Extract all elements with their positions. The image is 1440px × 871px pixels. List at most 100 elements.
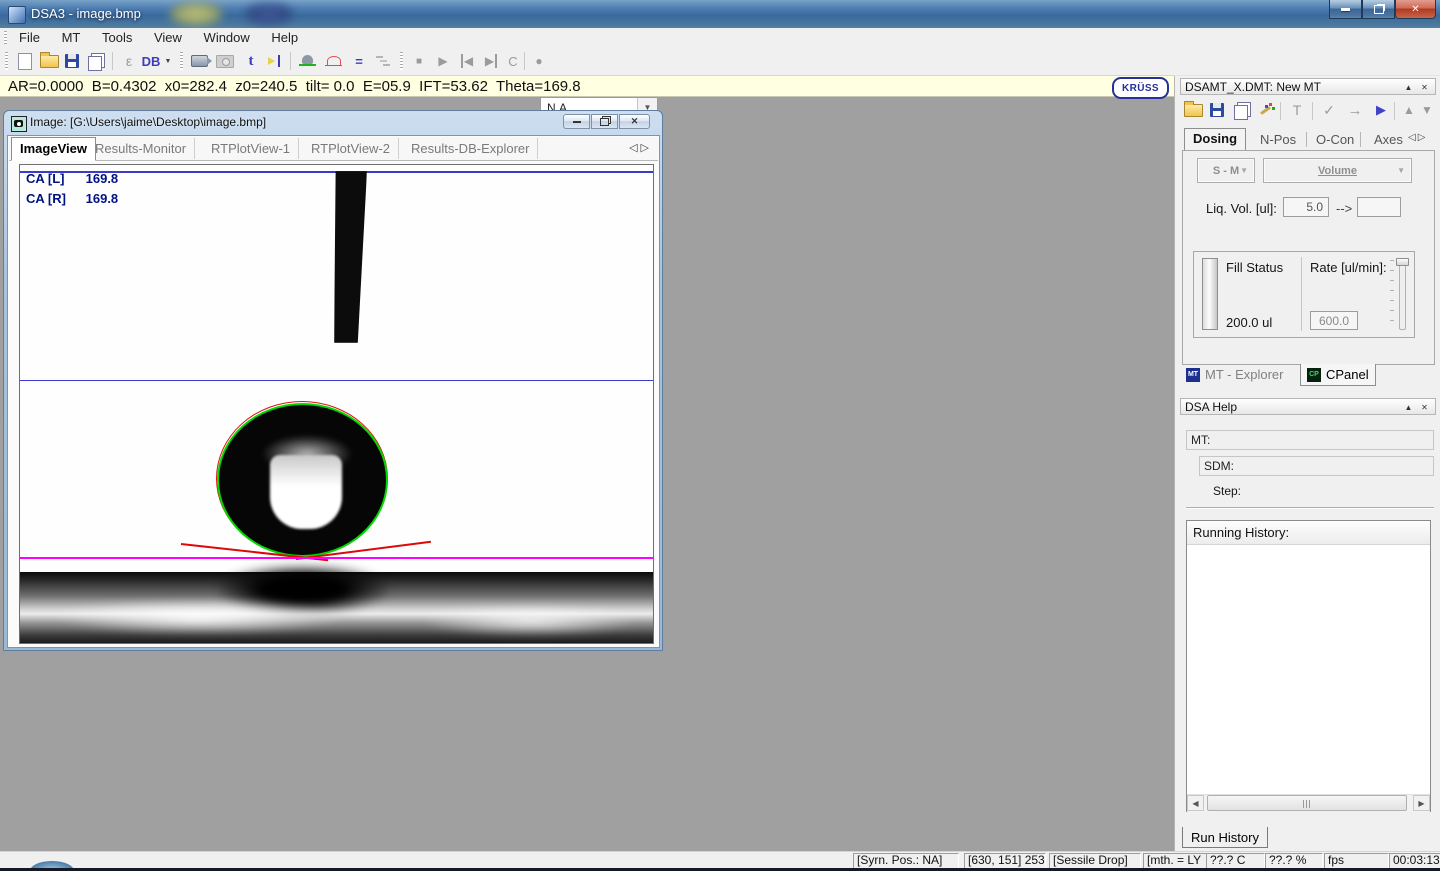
mt-step-button[interactable]: →: [1344, 99, 1366, 121]
main-toolbar: ε DB ▼ t = ■ ▶ ◀ ▶ C ● N.A. ▼: [0, 47, 1440, 76]
child-close-button[interactable]: ✕: [619, 114, 650, 129]
menu-mt[interactable]: MT: [53, 28, 90, 47]
tab-run-history[interactable]: Run History: [1182, 827, 1268, 848]
image-window-icon: [11, 116, 27, 132]
tab-scroll-arrows[interactable]: ◁▷: [629, 141, 652, 154]
menu-gripper[interactable]: [4, 31, 7, 44]
cpanel-icon: CP: [1307, 368, 1321, 382]
scroll-thumb[interactable]: [1207, 795, 1407, 811]
tab-results-db-explorer[interactable]: Results-DB-Explorer: [403, 138, 538, 159]
mt-run-button[interactable]: ▶: [1370, 99, 1392, 121]
tab-prev-icon[interactable]: ◁: [1408, 132, 1418, 143]
tab-o-con[interactable]: O-Con: [1310, 128, 1360, 151]
c-icon: C: [508, 54, 517, 69]
sessile-drop-button[interactable]: [296, 50, 318, 72]
sm-combobox[interactable]: S - M ▼: [1197, 158, 1255, 183]
tab-dosing[interactable]: Dosing: [1184, 128, 1246, 150]
arrow-label: -->: [1336, 201, 1352, 216]
mt-validate-button[interactable]: ✓: [1318, 99, 1340, 121]
db-dropdown-button[interactable]: ▼: [162, 50, 174, 72]
tab-axes[interactable]: Axes: [1368, 128, 1409, 151]
database-icon: DB: [142, 54, 161, 69]
skip-start-button[interactable]: ◀: [456, 50, 478, 72]
drop-image-canvas[interactable]: CA [L] 169.8 CA [R] 169.8: [19, 164, 654, 644]
c-button[interactable]: C: [502, 50, 524, 72]
scroll-right-button[interactable]: ▶: [1413, 795, 1430, 811]
camera-icon: [216, 55, 234, 68]
menu-view[interactable]: View: [145, 28, 191, 47]
epsilon-button[interactable]: ε: [118, 50, 140, 72]
drop-profile-button[interactable]: [322, 50, 344, 72]
toolbar-gripper[interactable]: [400, 52, 403, 70]
cascade-button[interactable]: [372, 50, 394, 72]
tab-imageview[interactable]: ImageView: [11, 137, 96, 161]
mt-panel-collapse-button[interactable]: ▲: [1402, 81, 1415, 93]
dosing-tab-arrows[interactable]: ◁▷: [1408, 132, 1427, 143]
running-history-hscrollbar[interactable]: ◀ ▶: [1187, 794, 1430, 812]
sm-combobox-value: S - M: [1213, 165, 1239, 177]
tab-next-icon[interactable]: ▷: [641, 142, 652, 154]
slider-ticks: [1390, 260, 1394, 324]
equals-button[interactable]: =: [348, 50, 370, 72]
status-temperature: ??.? C: [1206, 853, 1265, 869]
mt-save-button[interactable]: [1206, 99, 1228, 121]
mt-text-button[interactable]: T: [1286, 99, 1308, 121]
record-button[interactable]: ●: [528, 50, 550, 72]
dosing-needle: [334, 171, 367, 343]
copy-button[interactable]: [84, 50, 106, 72]
group-divider: [1301, 257, 1302, 331]
play-button[interactable]: ▶: [432, 50, 454, 72]
restore-button[interactable]: [1362, 0, 1395, 19]
menu-window[interactable]: Window: [195, 28, 259, 47]
save-button[interactable]: [61, 50, 83, 72]
menu-help[interactable]: Help: [262, 28, 307, 47]
tab-separator: [1306, 132, 1307, 147]
mt-panel-close-button[interactable]: ✕: [1418, 81, 1431, 93]
t-tool-button[interactable]: t: [240, 50, 262, 72]
help-panel-close-button[interactable]: ✕: [1418, 401, 1431, 413]
drop-profile-icon: [325, 55, 342, 67]
liq-vol-input[interactable]: [1283, 197, 1329, 217]
child-minimize-button[interactable]: [563, 114, 590, 129]
toolbar-gripper[interactable]: [5, 52, 8, 70]
illumination-button[interactable]: [264, 50, 286, 72]
minimize-button[interactable]: [1329, 0, 1362, 19]
toolbar-gripper[interactable]: [180, 52, 183, 70]
slider-groove[interactable]: [1399, 258, 1406, 330]
help-panel-collapse-button[interactable]: ▲: [1402, 401, 1415, 413]
close-button[interactable]: ✕: [1395, 0, 1436, 19]
liq-vol-target-input[interactable]: [1357, 197, 1401, 217]
mt-wizard-button[interactable]: [1254, 99, 1276, 121]
rate-input[interactable]: [1310, 311, 1358, 330]
mt-open-button[interactable]: [1182, 99, 1204, 121]
slider-thumb[interactable]: [1396, 258, 1409, 266]
tab-results-monitor[interactable]: Results-Monitor: [87, 138, 195, 159]
child-restore-button[interactable]: [591, 114, 618, 129]
menu-file[interactable]: File: [10, 28, 49, 47]
tab-rtplotview-1[interactable]: RTPlotView-1: [203, 138, 299, 159]
video-button[interactable]: [188, 50, 210, 72]
scroll-left-button[interactable]: ◀: [1187, 795, 1204, 811]
rate-slider[interactable]: [1386, 256, 1412, 330]
tab-mt-explorer[interactable]: MT MT - Explorer: [1180, 364, 1290, 385]
ca-left-value: 169.8: [86, 171, 119, 186]
tab-next-icon[interactable]: ▷: [1418, 132, 1428, 143]
skip-end-button[interactable]: ▶: [480, 50, 502, 72]
tab-n-pos[interactable]: N-Pos: [1254, 128, 1302, 151]
mt-copy-button[interactable]: [1230, 99, 1252, 121]
tab-prev-icon[interactable]: ◁: [629, 142, 640, 154]
mt-move-down-button[interactable]: ▼: [1416, 99, 1438, 121]
open-button[interactable]: [38, 50, 60, 72]
scroll-grip: [1303, 800, 1312, 808]
image-window: Image: [G:\Users\jaime\Desktop\image.bmp…: [3, 110, 663, 651]
substrate-highlight: [50, 599, 350, 635]
snapshot-button[interactable]: [214, 50, 236, 72]
tab-cpanel[interactable]: CP CPanel: [1300, 364, 1376, 386]
stop-button[interactable]: ■: [408, 50, 430, 72]
minimize-icon: [1341, 8, 1350, 11]
tab-rtplotview-2[interactable]: RTPlotView-2: [303, 138, 399, 159]
volume-combobox[interactable]: Volume ▼: [1263, 158, 1412, 183]
menu-tools[interactable]: Tools: [93, 28, 141, 47]
db-button[interactable]: DB: [138, 50, 164, 72]
new-button[interactable]: [14, 50, 36, 72]
